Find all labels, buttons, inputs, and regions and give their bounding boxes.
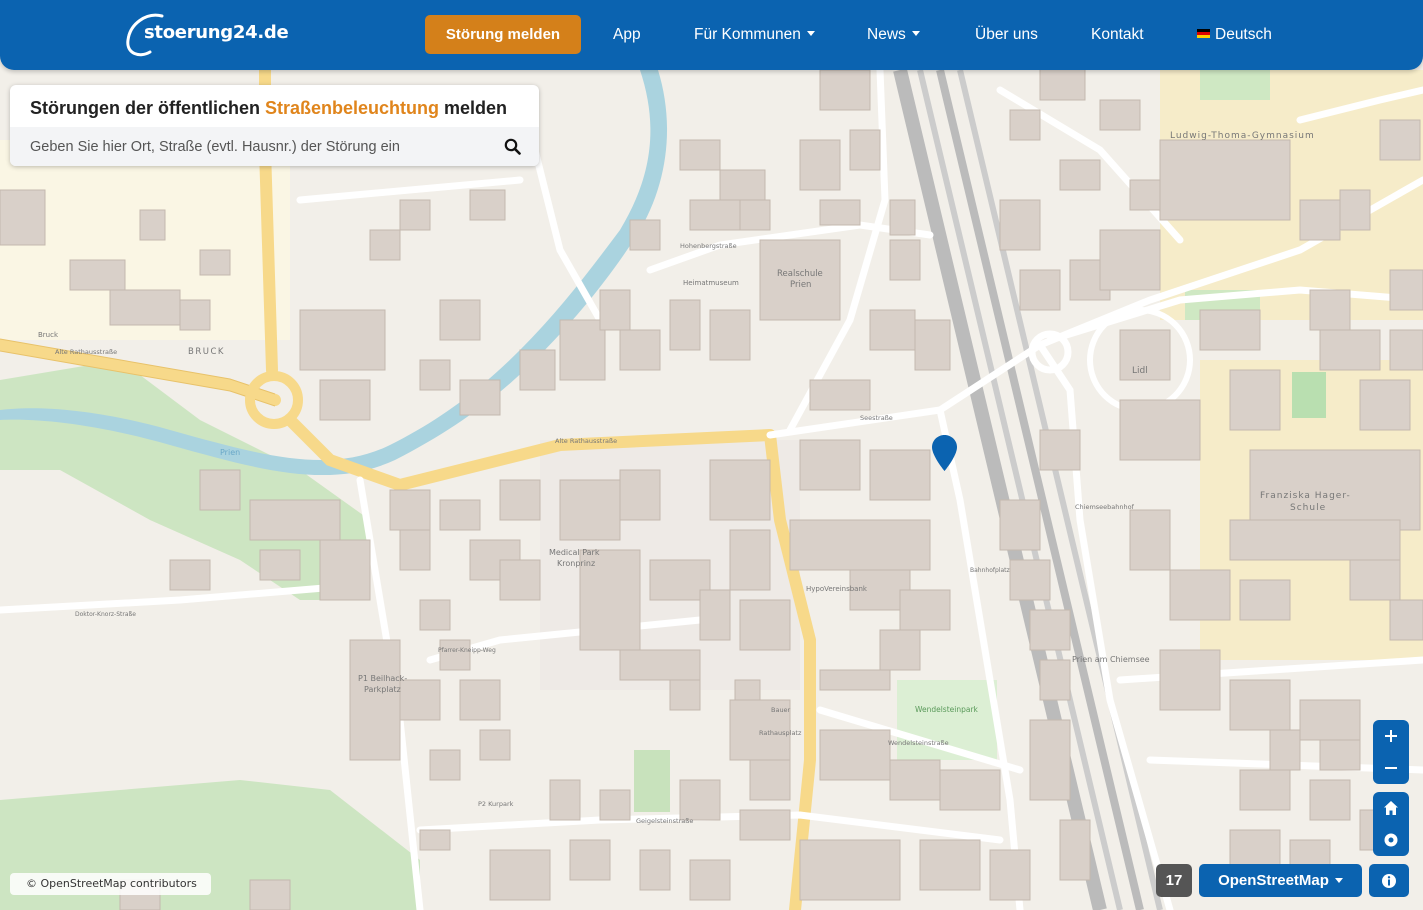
- home-icon: [1384, 801, 1398, 815]
- label-realschule-prien: Prien: [790, 280, 811, 290]
- search-title-suffix: melden: [439, 98, 508, 118]
- chevron-down-icon: [806, 31, 815, 37]
- label-prien-am-chiemsee: Prien am Chiemsee: [1072, 655, 1150, 664]
- locate-icon: [1384, 833, 1398, 847]
- nav-language-label: Deutsch: [1215, 26, 1272, 43]
- label-hypovereinsbank: HypoVereinsbank: [806, 585, 868, 593]
- label-bahnhofplatz: Bahnhofplatz: [970, 567, 1010, 574]
- search-title-prefix: Störungen der öffentlichen: [30, 98, 266, 118]
- minus-icon: [1385, 767, 1397, 769]
- info-button[interactable]: [1369, 864, 1409, 897]
- search-panel: Störungen der öffentlichen Straßenbeleuc…: [10, 85, 539, 166]
- map-attribution[interactable]: © OpenStreetMap contributors: [10, 873, 211, 895]
- plus-icon: [1385, 730, 1397, 742]
- nav-language[interactable]: Deutsch: [1197, 18, 1272, 52]
- label-gymnasium: Ludwig-Thoma-Gymnasium: [1170, 131, 1315, 141]
- nav-contact-label: Kontakt: [1091, 26, 1144, 43]
- search-input[interactable]: [10, 127, 490, 166]
- chevron-down-icon: [911, 31, 920, 37]
- label-medical-park: Medical Park: [549, 548, 600, 557]
- navbar: stoerung24.de Störung melden App Für Kom…: [0, 0, 1423, 70]
- label-bauer: Bauer: [771, 706, 791, 714]
- label-wendelsteinpark: Wendelsteinpark: [915, 705, 979, 714]
- label-pfarrer-kneipp: Pfarrer-Kneipp-Weg: [438, 647, 496, 654]
- label-wendelsteinstrasse: Wendelsteinstraße: [888, 739, 949, 747]
- location-controls: [1373, 792, 1409, 856]
- label-bruck: BRUCK: [188, 347, 225, 357]
- nav-contact[interactable]: Kontakt: [1091, 18, 1144, 52]
- brand-name: stoerung24.de: [144, 21, 289, 43]
- label-realschule: Realschule: [777, 269, 823, 279]
- search-icon[interactable]: [504, 138, 521, 155]
- label-alte-rathausstrasse: Alte Rathausstraße: [555, 437, 617, 445]
- chevron-down-icon: [1334, 877, 1343, 883]
- zoom-level-badge: 17: [1156, 864, 1192, 897]
- label-franziska-hager: Franziska Hager-: [1260, 491, 1351, 501]
- search-box: [10, 127, 539, 166]
- label-geigelsteinstrasse: Geigelsteinstraße: [636, 817, 693, 825]
- label-rathausplatz: Rathausplatz: [759, 729, 802, 737]
- german-flag-icon: [1197, 29, 1210, 39]
- nav-about-label: Über uns: [975, 26, 1038, 43]
- location-marker-icon[interactable]: [932, 435, 957, 471]
- zoom-controls: [1373, 720, 1409, 784]
- label-bruck-small: Bruck: [38, 331, 59, 339]
- search-title: Störungen der öffentlichen Straßenbeleuc…: [30, 98, 507, 119]
- label-beilhack-parkplatz: P1 Beilhack-: [358, 674, 407, 683]
- label-lidl: Lidl: [1132, 366, 1148, 376]
- brand-logo[interactable]: stoerung24.de: [124, 10, 289, 60]
- nav-municipalities-label: Für Kommunen: [694, 26, 801, 43]
- info-icon: [1382, 873, 1396, 888]
- nav-municipalities[interactable]: Für Kommunen: [694, 18, 815, 52]
- home-button[interactable]: [1373, 792, 1409, 824]
- label-alte-rathausstrasse-west: Alte Rathausstraße: [55, 348, 117, 356]
- nav-news-label: News: [867, 26, 906, 43]
- label-p2-kurpark: P2 Kurpark: [478, 800, 514, 808]
- label-schule: Schule: [1290, 503, 1326, 513]
- zoom-in-button[interactable]: [1373, 720, 1409, 752]
- label-prien-river: Prien: [220, 448, 240, 457]
- label-seestrasse: Seestraße: [860, 414, 893, 422]
- label-parkplatz: Parkplatz: [364, 685, 401, 694]
- search-title-highlight: Straßenbeleuchtung: [265, 98, 440, 118]
- label-doktor-knorz: Doktor-Knorz-Straße: [75, 611, 136, 618]
- report-issue-button[interactable]: Störung melden: [425, 15, 581, 54]
- locate-button[interactable]: [1373, 824, 1409, 856]
- label-hohenbergstrasse: Hohenbergstraße: [680, 242, 737, 250]
- layer-select-dropdown[interactable]: OpenStreetMap: [1199, 864, 1362, 897]
- nav-app[interactable]: App: [613, 18, 641, 52]
- nav-news[interactable]: News: [867, 18, 920, 52]
- label-heimatmuseum: Heimatmuseum: [683, 279, 739, 287]
- nav-about[interactable]: Über uns: [975, 18, 1038, 52]
- zoom-out-button[interactable]: [1373, 752, 1409, 784]
- nav-app-label: App: [613, 26, 641, 43]
- label-chiemseebahnhof: Chiemseebahnhof: [1075, 503, 1135, 511]
- layer-select-label: OpenStreetMap: [1218, 872, 1329, 889]
- label-kronprinz: Kronprinz: [557, 559, 595, 568]
